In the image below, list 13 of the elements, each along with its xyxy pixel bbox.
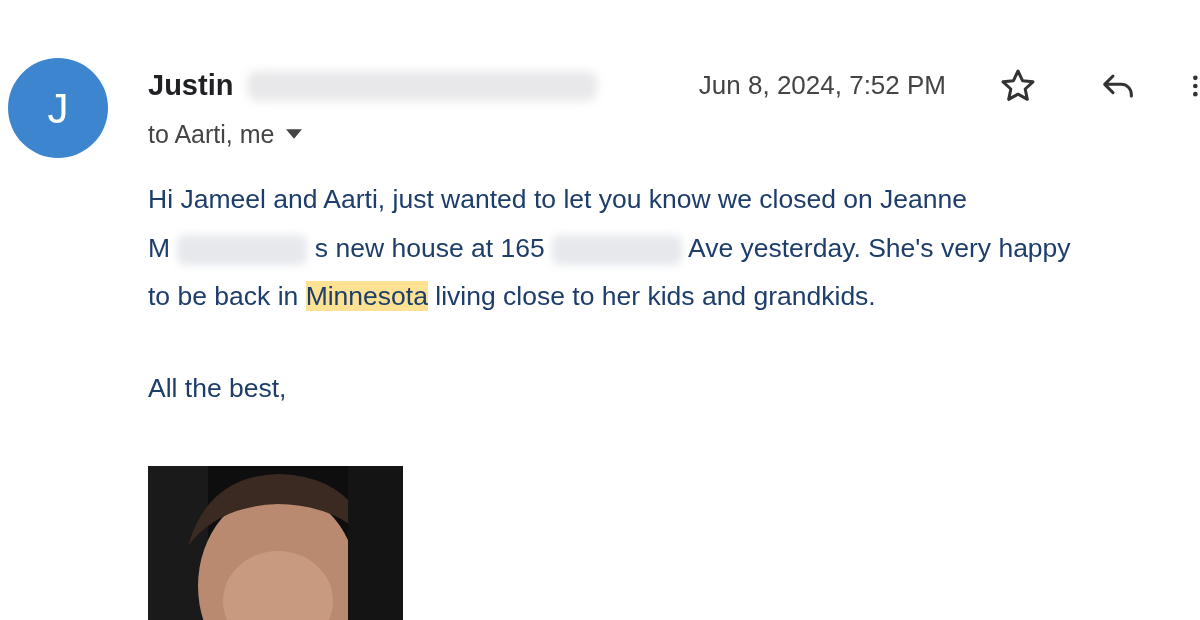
highlighted-word: Minnesota (305, 281, 428, 311)
email-text: Hi Jameel and Aarti, just wanted to let you know we closed on Jeanne (148, 184, 968, 214)
email-text: s new house at 165 (314, 232, 545, 263)
recipients-text: to Aarti, me (148, 118, 275, 150)
email-text: M (148, 232, 171, 263)
email-text: All the best, (148, 371, 288, 405)
email-text: living close to her kids and grandkids. (435, 281, 876, 311)
dropdown-caret-icon[interactable] (286, 129, 303, 140)
avatar: J (8, 58, 108, 158)
email-text: Ave yesterday. She's very happy (687, 232, 1071, 263)
email-date: Jun 8, 2024, 7:52 PM (698, 69, 946, 103)
sender-name: Justin (148, 68, 234, 103)
email-text: to be back in (148, 281, 299, 311)
